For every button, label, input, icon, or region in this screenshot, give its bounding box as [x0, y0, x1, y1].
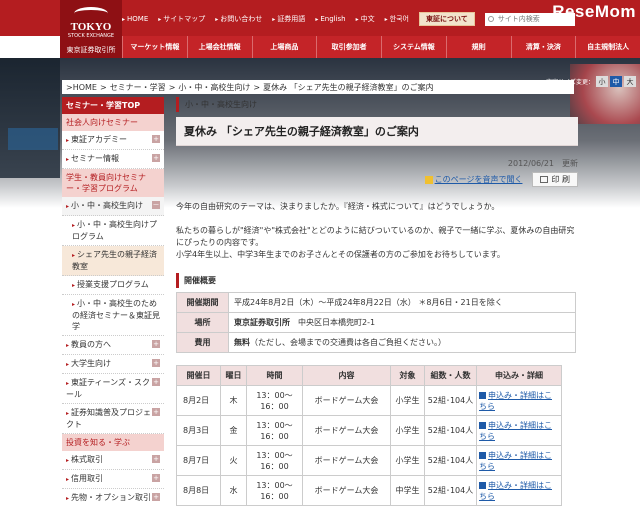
nav-system-info[interactable]: システム情報	[381, 36, 446, 58]
table-row: 場所 東京証券取引所 中央区日本橋兜町2-1	[176, 312, 576, 333]
breadcrumb-home[interactable]: >HOME	[66, 83, 97, 92]
nav-listed-products[interactable]: 上場商品	[251, 36, 317, 58]
updated-date: 2012/06/21 更新	[507, 159, 578, 168]
nav-participants[interactable]: 取引参加者	[316, 36, 381, 58]
expand-icon[interactable]: +	[152, 135, 160, 143]
target-paragraph: 小学4年生以上、中学3年生までのお子さんとその保護者の方のご参加をお待ちしていま…	[176, 250, 505, 259]
apply-link[interactable]: 申込み・詳細はこちら	[476, 475, 562, 506]
sidebar-section: 投資を知る・学ぶ	[62, 434, 164, 451]
speaker-icon	[424, 175, 433, 184]
utility-links: HOME サイトマップ お問い合わせ 証券用語 English 中文 한국어 東…	[122, 12, 575, 26]
font-size-medium[interactable]: 中	[610, 76, 622, 87]
resemom-watermark: ReseMom	[552, 2, 636, 21]
sidebar-section: 学生・教員向けセミナー・学習プログラム	[62, 169, 164, 197]
logo-line2: STOCK EXCHANGE	[67, 33, 115, 39]
page-title: 夏休み 「シェア先生の親子経済教室」のご案内	[176, 117, 578, 146]
breadcrumb-students[interactable]: 小・中・高校生向け	[178, 82, 250, 93]
sidebar-subitem[interactable]: 小・中・高校生向けプログラム	[62, 216, 164, 246]
nav-rules[interactable]: 規則	[445, 36, 511, 58]
sidebar-item[interactable]: 東証ティーンズ・スクール+	[62, 374, 164, 404]
expand-icon[interactable]: +	[152, 455, 160, 463]
arrow-icon	[479, 481, 486, 489]
logo-line1: TOKYO	[70, 21, 112, 33]
util-link-korean[interactable]: 한국어	[385, 14, 409, 24]
sidebar-item[interactable]: 小・中・高校生向け－	[62, 197, 164, 216]
expand-icon[interactable]: +	[152, 493, 160, 501]
util-link-home[interactable]: HOME	[122, 15, 148, 23]
tse-logo-mark-icon	[74, 7, 108, 20]
font-size-small[interactable]: 小	[596, 76, 608, 87]
table-row: 8月8日水 13：00〜16：00 ボードゲーム大会 中学生 52組･104人 申込み・…	[176, 475, 562, 506]
util-link-glossary[interactable]: 証券用語	[272, 14, 305, 24]
overview-heading: 開催概要	[176, 273, 578, 288]
page-tools: このページを音声で聞く 印 刷	[176, 172, 578, 187]
sidebar-subitem-current[interactable]: シェア先生の親子経済教室	[62, 246, 164, 276]
apply-link[interactable]: 申込み・詳細はこちら	[476, 445, 562, 476]
printer-icon	[540, 176, 549, 183]
search-icon	[487, 15, 494, 22]
sidebar-item[interactable]: 教員の方へ+	[62, 336, 164, 355]
util-link-contact[interactable]: お問い合わせ	[215, 14, 262, 24]
sidebar-header[interactable]: セミナー・学習TOP	[62, 97, 164, 114]
breadcrumb-current: 夏休み 「シェア先生の親子経済教室」のご案内	[263, 82, 434, 92]
util-link-sitemap[interactable]: サイトマップ	[158, 14, 205, 24]
sidebar-item[interactable]: 先物・オプション取引+	[62, 489, 164, 506]
sidebar-section: 社会人向けセミナー	[62, 114, 164, 131]
main-content: 小・中・高校生向け 夏休み 「シェア先生の親子経済教室」のご案内 2012/06…	[176, 97, 578, 506]
nav-clearing[interactable]: 清算・決済	[510, 36, 576, 58]
audio-link[interactable]: このページを音声で聞く	[424, 174, 522, 185]
table-row: 8月2日木 13：00〜16：00 ボードゲーム大会 小学生 52組･104人 申込み・…	[176, 385, 562, 416]
font-size-large[interactable]: 大	[624, 76, 636, 87]
breadcrumb: >HOME > セミナー・学習 > 小・中・高校生向け > 夏休み 「シェア先生の親子…	[62, 80, 574, 94]
arrow-icon	[479, 421, 486, 429]
intro-paragraph: 今年の自由研究のテーマは、決まりましたか。『経済・株式について』はどうでしょうか…	[176, 202, 500, 211]
apply-link[interactable]: 申込み・詳細はこちら	[476, 385, 562, 416]
sidebar-item[interactable]: 大学生向け+	[62, 355, 164, 374]
breadcrumb-seminar[interactable]: セミナー・学習	[110, 82, 166, 93]
nav-market-info[interactable]: マーケット情報	[122, 36, 187, 58]
table-row: 8月3日金 13：00〜16：00 ボードゲーム大会 小学生 52組･104人 申込み・…	[176, 415, 562, 446]
collapse-icon[interactable]: －	[152, 201, 160, 209]
tse-logo[interactable]: TOKYO STOCK EXCHANGE 東京証券取引所	[60, 0, 122, 60]
expand-icon[interactable]: +	[152, 359, 160, 367]
section-label: 小・中・高校生向け	[176, 97, 578, 112]
expand-icon[interactable]: +	[152, 340, 160, 348]
sidebar-item[interactable]: セミナー情報+	[62, 150, 164, 169]
apply-link[interactable]: 申込み・詳細はこちら	[476, 415, 562, 446]
sidebar-subitem[interactable]: 小・中・高校生のための経済セミナー＆東証見学	[62, 295, 164, 336]
arrow-icon	[479, 391, 486, 399]
expand-icon[interactable]: +	[152, 378, 160, 386]
table-row: 8月7日火 13：00〜16：00 ボードゲーム大会 小学生 52組･104人 申込み・…	[176, 445, 562, 476]
sidebar-item[interactable]: 証券知識普及プロジェクト+	[62, 404, 164, 434]
overview-table: 開催期間 平成24年8月2日（木）〜平成24年8月22日（水） ＊8月6日・21日…	[176, 292, 576, 353]
nav-self-regulation[interactable]: 自主規制法人	[575, 36, 640, 58]
table-row: 開催期間 平成24年8月2日（木）〜平成24年8月22日（水） ＊8月6日・21日…	[176, 292, 576, 313]
util-link-chinese[interactable]: 中文	[356, 14, 375, 24]
sidebar-item[interactable]: 東証アカデミー+	[62, 131, 164, 150]
table-header-row: 開催日 曜日 時間 内容 対象 組数・人数 申込み・詳細	[176, 365, 562, 386]
print-button[interactable]: 印 刷	[532, 172, 578, 187]
expand-icon[interactable]: +	[152, 154, 160, 162]
table-row: 費用 無料（ただし、会場までの交通費は各自ご負担ください。）	[176, 332, 576, 353]
nav-listed-company[interactable]: 上場会社情報	[186, 36, 252, 58]
global-nav: マーケット情報 上場会社情報 上場商品 取引参加者 システム情報 規則 清算・決…	[122, 36, 640, 58]
schedule-table: 開催日 曜日 時間 内容 対象 組数・人数 申込み・詳細 8月2日木 13：00〜…	[176, 365, 562, 506]
arrow-icon	[479, 451, 486, 459]
sidebar-subitem[interactable]: 授業支援プログラム	[62, 276, 164, 295]
about-tse-button[interactable]: 東証について	[418, 12, 475, 26]
sidebar-item[interactable]: 株式取引+	[62, 451, 164, 470]
description-paragraph: 私たちの暮らしが"経済"や"株式会社"とどのように結びついているのか、親子で一緒…	[176, 226, 575, 247]
sidebar: セミナー・学習TOP 社会人向けセミナー 東証アカデミー+ セミナー情報+ 学生…	[62, 97, 164, 506]
sidebar-item[interactable]: 信用取引+	[62, 470, 164, 489]
logo-line3: 東京証券取引所	[66, 46, 116, 54]
expand-icon[interactable]: +	[152, 408, 160, 416]
util-link-english[interactable]: English	[315, 15, 345, 23]
hero-screen	[8, 128, 58, 150]
hero-left-photo	[0, 58, 60, 178]
hero-ticker-photo	[570, 64, 640, 124]
expand-icon[interactable]: +	[152, 474, 160, 482]
